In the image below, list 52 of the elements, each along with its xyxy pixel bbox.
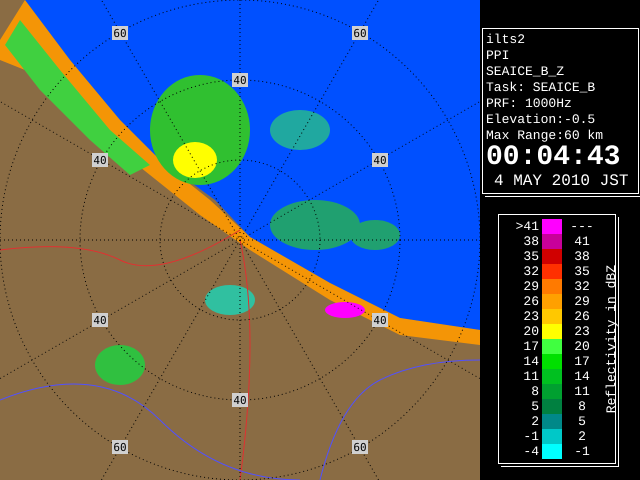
legend-value: 38 — [522, 234, 540, 249]
legend-value: -4 — [522, 444, 540, 459]
legend-value: -1 — [522, 429, 540, 444]
legend-value: --- — [569, 219, 595, 234]
time-display: 00:04:43 — [486, 144, 622, 172]
info-line: Max Range:60 km — [486, 128, 604, 144]
legend-value: 35 — [522, 249, 540, 264]
legend-value: 5 — [577, 414, 587, 429]
legend-value: 32 — [573, 279, 591, 294]
legend-value: 29 — [573, 294, 591, 309]
legend-value: 14 — [522, 354, 540, 369]
legend-value: 26 — [522, 294, 540, 309]
range-label: 60 — [112, 440, 128, 454]
legend-value: 14 — [573, 369, 591, 384]
legend-value: 29 — [522, 279, 540, 294]
range-label: 40 — [92, 313, 108, 327]
legend-value: 11 — [573, 384, 591, 399]
range-label: 40 — [372, 153, 388, 167]
legend-value: >41 — [514, 219, 540, 234]
legend-value: -1 — [573, 444, 591, 459]
legend-value: 8 — [577, 399, 587, 414]
info-line: PPI — [486, 48, 510, 64]
range-label: 40 — [232, 393, 248, 407]
range-label: 60 — [352, 26, 368, 40]
legend-value: 26 — [573, 309, 591, 324]
date-display: 4 MAY 2010 JST — [493, 172, 630, 191]
legend-title: Reflectivity in dBZ — [604, 264, 619, 414]
legend-value: 41 — [573, 234, 591, 249]
range-label: 40 — [92, 153, 108, 167]
legend-value: 17 — [522, 339, 540, 354]
legend-value: 20 — [522, 324, 540, 339]
range-label: 60 — [112, 26, 128, 40]
legend-value: 32 — [522, 264, 540, 279]
legend-value: 2 — [530, 414, 540, 429]
legend-value: 8 — [530, 384, 540, 399]
legend-value: 35 — [573, 264, 591, 279]
info-line: PRF: 1000Hz — [486, 96, 573, 112]
legend-value: 17 — [573, 354, 591, 369]
info-line: ilts2 — [486, 32, 526, 48]
legend-value: 5 — [530, 399, 540, 414]
range-label: 60 — [352, 440, 368, 454]
info-line: SEAICE_B_Z — [486, 64, 566, 80]
legend-value: 2 — [577, 429, 587, 444]
legend-value: 38 — [573, 249, 591, 264]
legend-value: 23 — [573, 324, 591, 339]
legend-value: 23 — [522, 309, 540, 324]
range-label: 40 — [372, 313, 388, 327]
legend-value: 20 — [573, 339, 591, 354]
info-line: Task: SEAICE_B — [486, 80, 596, 96]
range-label: 40 — [232, 73, 248, 87]
info-line: Elevation:-0.5 — [486, 112, 596, 128]
legend-value: 11 — [522, 369, 540, 384]
